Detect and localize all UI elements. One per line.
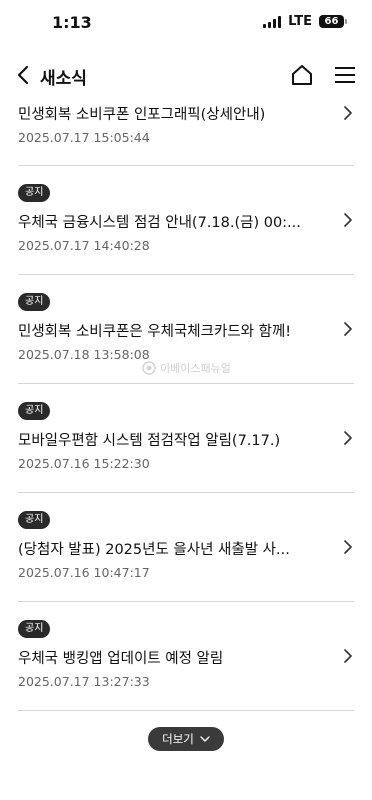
chevron-right-icon — [344, 322, 352, 336]
notice-date: 2025.07.17 13:27:33 — [18, 674, 150, 689]
notice-date: 2025.07.16 15:22:30 — [18, 456, 150, 471]
notice-title: 민생회복 소비쿠폰 인포그래픽(상세안내) — [18, 107, 266, 123]
load-more-label: 더보기 — [162, 732, 194, 746]
watermark: 이베이스패뉴얼 — [142, 360, 231, 376]
status-indicators: LTE 66 — [263, 14, 347, 29]
chevron-right-icon — [344, 106, 352, 120]
hamburger-menu-icon — [335, 67, 355, 83]
chevron-right-icon — [344, 213, 352, 227]
notice-title: (당첨자 발표) 2025년도 을사년 새출발 사... — [18, 542, 290, 558]
notice-date: 2025.07.16 10:47:17 — [18, 565, 150, 580]
signal-icon — [263, 15, 282, 28]
status-time: 1:13 — [52, 13, 92, 32]
notice-badge: 공지 — [18, 402, 51, 420]
watermark-logo-icon — [142, 361, 156, 375]
page-title: 새소식 — [40, 69, 87, 89]
network-type: LTE — [288, 14, 312, 29]
chevron-down-icon — [200, 735, 210, 742]
notice-date: 2025.07.18 13:58:08 — [18, 347, 150, 362]
notice-title: 민생회복 소비쿠폰은 우체국체크카드와 함께! — [18, 324, 292, 340]
battery-icon: 66 — [319, 15, 347, 28]
menu-button[interactable] — [334, 65, 356, 85]
home-icon — [292, 65, 312, 85]
status-bar: 1:13 LTE 66 — [0, 0, 372, 46]
notice-date: 2025.07.17 14:40:28 — [18, 238, 150, 253]
notice-item[interactable]: 공지 우체국 금융시스템 점검 안내(7.18.(금) 00:... 2025.… — [18, 166, 354, 275]
app-header: 새소식 — [0, 52, 372, 100]
chevron-right-icon — [344, 431, 352, 445]
battery-level: 66 — [324, 16, 339, 27]
notice-badge: 공지 — [18, 511, 51, 529]
chevron-right-icon — [344, 540, 352, 554]
notice-date: 2025.07.17 15:05:44 — [18, 130, 150, 145]
notice-badge: 공지 — [18, 620, 51, 638]
notice-title: 모바일우편함 시스템 점검작업 알림(7.17.) — [18, 433, 281, 449]
watermark-text: 이베이스패뉴얼 — [160, 362, 231, 375]
chevron-right-icon — [344, 649, 352, 663]
notice-item[interactable]: 공지 우체국 뱅킹앱 업데이트 예정 알림 2025.07.17 13:27:3… — [18, 602, 354, 711]
home-button[interactable] — [290, 63, 314, 87]
notice-item[interactable]: 민생회복 소비쿠폰 인포그래픽(상세안내) 2025.07.17 15:05:4… — [18, 100, 354, 166]
notice-badge: 공지 — [18, 293, 51, 311]
notice-badge: 공지 — [18, 184, 51, 202]
notice-item[interactable]: 공지 (당첨자 발표) 2025년도 을사년 새출발 사... 2025.07.… — [18, 493, 354, 602]
load-more-button[interactable]: 더보기 — [148, 727, 224, 751]
back-button[interactable] — [12, 62, 34, 88]
notice-list: 민생회복 소비쿠폰 인포그래픽(상세안내) 2025.07.17 15:05:4… — [0, 100, 372, 711]
notice-item[interactable]: 공지 모바일우편함 시스템 점검작업 알림(7.17.) 2025.07.16 … — [18, 384, 354, 493]
chevron-left-icon — [17, 65, 29, 85]
notice-title: 우체국 뱅킹앱 업데이트 예정 알림 — [18, 651, 224, 667]
notice-title: 우체국 금융시스템 점검 안내(7.18.(금) 00:... — [18, 215, 301, 231]
